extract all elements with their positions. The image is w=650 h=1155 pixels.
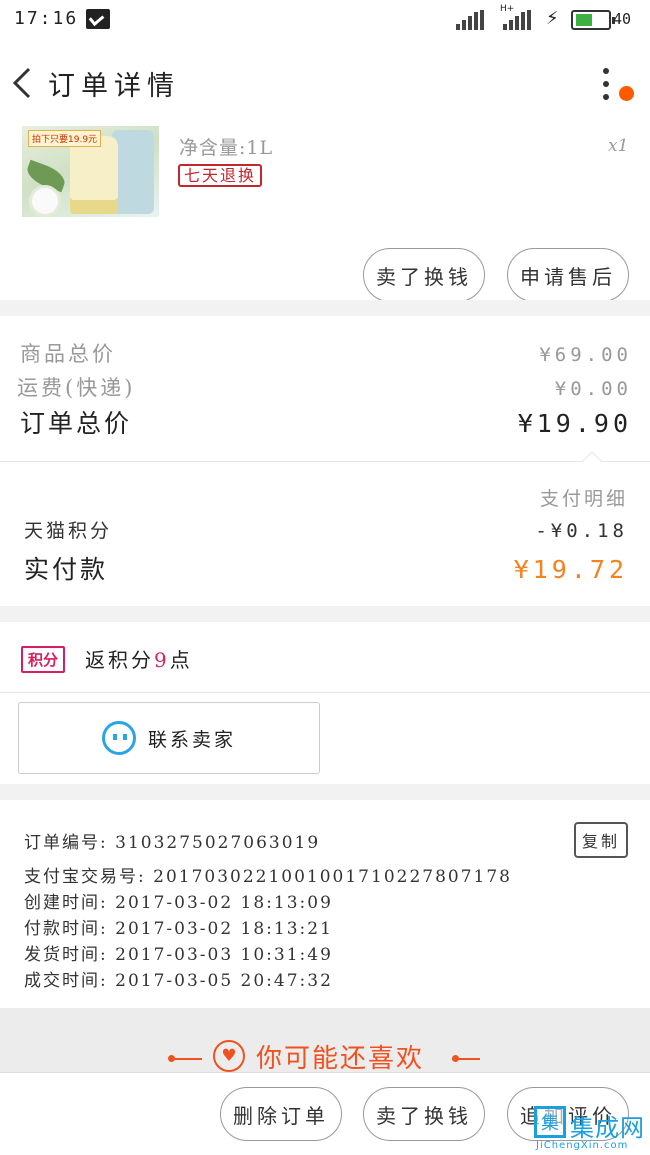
points-reward-text: 返积分9点 bbox=[85, 648, 193, 672]
payment-detail-label[interactable]: 支付明细 bbox=[540, 484, 628, 511]
alipay-trade-number: 支付宝交易号: 2017030221001001710227807178 bbox=[24, 867, 512, 887]
recommend-title: 你可能还喜欢 bbox=[256, 1044, 425, 1074]
message-notification-icon bbox=[86, 9, 110, 29]
goods-total-value: ¥69.00 bbox=[539, 344, 632, 366]
completed-time: 成交时间: 2017-03-05 20:47:32 bbox=[24, 971, 333, 991]
shipping-label: 运费(快递) bbox=[17, 376, 136, 400]
charging-icon: ⚡ bbox=[546, 8, 559, 29]
recommend-section: ♥ 你可能还喜欢 bbox=[0, 1008, 650, 1078]
signal-2-icon bbox=[503, 10, 531, 30]
battery-icon bbox=[571, 10, 615, 30]
section-divider bbox=[0, 606, 650, 622]
sell-for-cash-bottom-button[interactable]: 卖了换钱 bbox=[363, 1087, 485, 1141]
status-time: 17:16 bbox=[14, 8, 79, 29]
order-info: 订单编号: 3103275027063019 复制 支付宝交易号: 201703… bbox=[0, 800, 650, 1008]
copy-button[interactable]: 复制 bbox=[574, 822, 628, 858]
more-menu-icon[interactable] bbox=[596, 64, 616, 104]
top-nav-bar: 订单详情 bbox=[0, 40, 650, 124]
paid-amount-row: 实付款 ¥19.72 bbox=[24, 550, 628, 586]
watermark-url: JiChengXin.com bbox=[536, 1140, 629, 1151]
section-divider bbox=[0, 300, 650, 316]
tmall-points-value: -¥0.18 bbox=[535, 520, 628, 542]
back-arrow-icon[interactable] bbox=[10, 66, 34, 100]
section-divider bbox=[0, 784, 650, 800]
product-quantity: x1 bbox=[608, 136, 629, 156]
order-number: 订单编号: 3103275027063019 bbox=[24, 833, 321, 853]
shipped-time: 发货时间: 2017-03-03 10:31:49 bbox=[24, 945, 333, 965]
status-bar: 17:16 H+ ⚡ 40 bbox=[0, 0, 650, 40]
tmall-points-label: 天猫积分 bbox=[24, 520, 113, 542]
watermark-logo-icon: 集 bbox=[534, 1106, 566, 1138]
shipping-row: 运费(快递) ¥0.00 bbox=[17, 372, 632, 402]
price-summary: 商品总价 ¥69.00 运费(快递) ¥0.00 订单总价 ¥19.90 支付明… bbox=[0, 316, 650, 606]
points-and-contact: 积分 返积分9点 联系卖家 bbox=[0, 622, 650, 784]
site-watermark: 集 集成网 JiChengXin.com bbox=[530, 1104, 648, 1154]
contact-seller-button[interactable]: 联系卖家 bbox=[18, 702, 320, 774]
battery-level: 40 bbox=[613, 10, 632, 28]
signal-icon bbox=[456, 10, 484, 30]
thumbnail-promo-tag: 拍下只要19.9元 bbox=[28, 130, 102, 147]
product-thumbnail[interactable]: 拍下只要19.9元 bbox=[22, 126, 159, 217]
points-count: 9 bbox=[154, 648, 170, 672]
apply-aftersale-button[interactable]: 申请售后 bbox=[507, 248, 629, 302]
order-total-value: ¥19.90 bbox=[517, 409, 632, 438]
order-total-row: 订单总价 ¥19.90 bbox=[20, 404, 632, 440]
paid-amount-value: ¥19.72 bbox=[513, 555, 628, 584]
goods-total-label: 商品总价 bbox=[20, 342, 116, 366]
product-spec: 净含量:1L bbox=[179, 137, 274, 159]
tmall-points-row: 天猫积分 -¥0.18 bbox=[24, 516, 628, 543]
product-card[interactable]: 拍下只要19.9元 净含量:1L x1 七天退换 卖了换钱 申请售后 bbox=[0, 124, 650, 314]
chat-bubble-icon bbox=[101, 721, 136, 755]
paid-amount-label: 实付款 bbox=[24, 555, 109, 584]
order-total-label: 订单总价 bbox=[20, 409, 133, 438]
goods-total-row: 商品总价 ¥69.00 bbox=[20, 338, 632, 368]
contact-seller-label: 联系卖家 bbox=[147, 728, 236, 751]
points-tag: 积分 bbox=[21, 646, 66, 673]
seven-day-return-badge: 七天退换 bbox=[178, 164, 263, 187]
page-title: 订单详情 bbox=[48, 71, 180, 102]
heart-icon: ♥ bbox=[213, 1040, 245, 1072]
payment-detail-caret bbox=[582, 451, 602, 471]
created-time: 创建时间: 2017-03-02 18:13:09 bbox=[24, 893, 333, 913]
notification-dot bbox=[619, 86, 634, 101]
delete-order-button[interactable]: 删除订单 bbox=[220, 1087, 342, 1141]
watermark-brand: 集成网 bbox=[570, 1114, 645, 1142]
paid-time: 付款时间: 2017-03-02 18:13:21 bbox=[24, 919, 333, 939]
sell-for-cash-button[interactable]: 卖了换钱 bbox=[363, 248, 485, 302]
shipping-value: ¥0.00 bbox=[554, 378, 632, 400]
